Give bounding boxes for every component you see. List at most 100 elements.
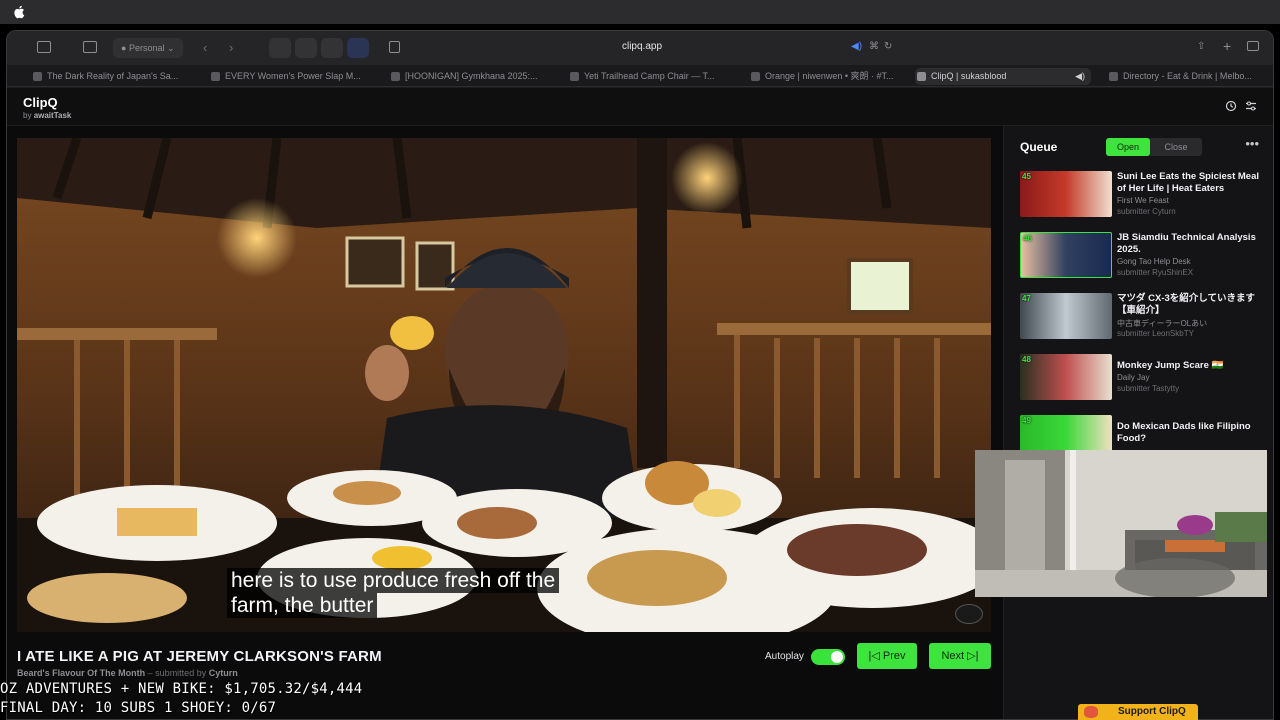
favicon-icon <box>211 72 220 81</box>
speaker-icon[interactable]: ◀) <box>1075 68 1085 85</box>
browser-tab[interactable]: EVERY Women's Power Slap M... <box>209 68 381 85</box>
reader-icon[interactable] <box>389 41 400 53</box>
tab-label: ClipQ | sukasblood <box>931 71 1007 81</box>
stream-goal-text: FINAL DAY: 10 SUBS 1 SHOEY: 0/67 <box>0 700 277 716</box>
translate-icon[interactable]: ⌘ <box>869 41 879 52</box>
tab-label: [HOONIGAN] Gymkhana 2025:... <box>405 71 538 81</box>
queue-title: Queue <box>1020 140 1058 154</box>
support-label: Support ClipQ <box>1118 706 1186 717</box>
queue-thumbnail: 45 <box>1020 171 1112 217</box>
stream-goal-text: OZ ADVENTURES + NEW BIKE: $1,705.32/$4,4… <box>0 681 363 697</box>
share-icon[interactable]: ⇧ <box>1197 41 1205 52</box>
queue-open-close-toggle: Open Close <box>1106 138 1202 156</box>
queue-thumbnail: 47 <box>1020 293 1112 339</box>
caption-line: farm, the butter <box>227 593 378 618</box>
queue-thumbnail: 48 <box>1020 354 1112 400</box>
more-options-icon[interactable]: ••• <box>1245 136 1259 151</box>
pepe-frog-icon <box>1084 706 1098 718</box>
queue-number: 47 <box>1022 294 1031 303</box>
queue-item-submitter: submitter Cyturn <box>1117 207 1176 216</box>
queue-item-title: Do Mexican Dads like Filipino Food? <box>1117 421 1251 444</box>
new-tab-icon[interactable]: + <box>1223 38 1231 54</box>
queue-item-channel: 中古車ディーラーOLあい <box>1117 319 1208 328</box>
queue-panel: Queue Open Close ••• 45 Suni Lee Eats th… <box>1003 126 1273 719</box>
app-logo[interactable]: ClipQ <box>23 95 58 110</box>
video-channel[interactable]: Beard's Flavour Of The Month <box>17 668 145 678</box>
history-icon[interactable] <box>1225 100 1237 112</box>
browser-tab[interactable]: The Dark Reality of Japan's Sa... <box>31 68 201 85</box>
video-frame <box>17 138 991 632</box>
queue-item-title: マツダ CX-3を紹介していきます【車紹介】 <box>1117 293 1255 316</box>
glasses-icon[interactable] <box>295 38 317 58</box>
video-submitter[interactable]: Cyturn <box>209 668 238 678</box>
video-caption: here is to use produce fresh off the far… <box>227 568 560 618</box>
extension-icon[interactable] <box>269 38 291 58</box>
tab-overview-icon[interactable] <box>83 41 97 53</box>
video-player[interactable]: here is to use produce fresh off the far… <box>17 138 991 632</box>
autoplay-toggle[interactable] <box>811 649 845 665</box>
chevron-down-icon: ⌄ <box>167 43 175 53</box>
macos-menu-bar <box>0 0 1280 24</box>
queue-item[interactable]: 46 JB Siamdiu Technical Analysis 2025. G… <box>1020 232 1270 280</box>
settings-sliders-icon[interactable] <box>1245 100 1257 112</box>
tab-grid-icon[interactable] <box>1247 41 1259 51</box>
queue-item-title: Monkey Jump Scare 🇮🇳 <box>1117 360 1224 371</box>
address-bar[interactable]: clipq.app <box>567 41 717 52</box>
profile-label: Personal <box>128 43 165 53</box>
favicon-icon <box>917 72 926 81</box>
submitted-by-label: – submitted by <box>147 668 207 678</box>
support-clipq-button[interactable]: Support ClipQ <box>1078 704 1198 720</box>
apple-logo-icon[interactable] <box>13 5 25 19</box>
prev-button[interactable]: |◁ Prev <box>857 643 917 669</box>
prev-label: Prev <box>882 650 906 662</box>
sidebar-toggle-icon[interactable] <box>37 41 51 53</box>
tab-label: Orange | niwenwen • 爽朗 · #T... <box>765 71 894 81</box>
browser-window: ● Personal ⌄ ‹ › clipq.app ◀) ⌘ ↻ ⇧ + Th… <box>6 30 1274 720</box>
queue-open-button[interactable]: Open <box>1106 138 1150 156</box>
webcam-overlay <box>975 450 1267 597</box>
browser-tab[interactable]: [HOONIGAN] Gymkhana 2025:... <box>389 68 559 85</box>
video-title: I ATE LIKE A PIG AT JEREMY CLARKSON'S FA… <box>17 648 382 665</box>
profile-switcher[interactable]: ● Personal ⌄ <box>113 38 183 58</box>
queue-item-title: Suni Lee Eats the Spiciest Meal of Her L… <box>1117 171 1260 194</box>
queue-item[interactable]: 45 Suni Lee Eats the Spiciest Meal of He… <box>1020 171 1270 219</box>
shield-icon[interactable] <box>321 38 343 58</box>
webcam-frame <box>975 450 1267 597</box>
skip-forward-icon: ▷| <box>967 650 979 662</box>
browser-tab[interactable]: Yeti Trailhead Camp Chair — T... <box>568 68 738 85</box>
queue-item[interactable]: 48 Monkey Jump Scare 🇮🇳 Daily Jay submit… <box>1020 354 1270 402</box>
queue-number: 45 <box>1022 172 1031 181</box>
tab-label: Directory - Eat & Drink | Melbo... <box>1123 71 1252 81</box>
queue-number: 49 <box>1022 416 1031 425</box>
favicon-icon <box>33 72 42 81</box>
speaker-icon[interactable]: ◀) <box>851 41 862 52</box>
back-arrow-icon[interactable]: ‹ <box>203 41 207 55</box>
tab-label: EVERY Women's Power Slap M... <box>225 71 361 81</box>
next-button[interactable]: Next ▷| <box>929 643 991 669</box>
queue-item-title: JB Siamdiu Technical Analysis 2025. <box>1117 232 1256 255</box>
tab-bar: The Dark Reality of Japan's Sa... EVERY … <box>7 65 1273 87</box>
caption-line: here is to use produce fresh off the <box>227 568 560 593</box>
queue-close-button[interactable]: Close <box>1150 138 1202 156</box>
forward-arrow-icon[interactable]: › <box>229 41 233 55</box>
reload-icon[interactable]: ↻ <box>884 41 892 52</box>
queue-number: 48 <box>1022 355 1031 364</box>
queue-item-submitter: submitter RyuShinEX <box>1117 268 1194 277</box>
queue-thumbnail: 46 <box>1020 232 1112 278</box>
clipq-app: ClipQ by awaitTask here is to use produc… <box>7 88 1273 719</box>
queue-number: 46 <box>1023 234 1032 243</box>
queue-item-channel: Gong Tao Help Desk <box>1117 257 1191 266</box>
browser-tab-active[interactable]: ClipQ | sukasblood ◀) <box>915 68 1091 85</box>
queue-item[interactable]: 47 マツダ CX-3を紹介していきます【車紹介】 中古車ディーラーOLあい s… <box>1020 293 1270 341</box>
tab-label: Yeti Trailhead Camp Chair — T... <box>584 71 715 81</box>
browser-tab[interactable]: Orange | niwenwen • 爽朗 · #T... <box>749 68 909 85</box>
queue-item-channel: Daily Jay <box>1117 373 1150 382</box>
skip-back-icon: |◁ <box>868 650 880 662</box>
audio-wave-icon[interactable] <box>347 38 369 58</box>
queue-item-channel: First We Feast <box>1117 196 1169 205</box>
queue-item-submitter: submitter LeonSkbTY <box>1117 329 1194 338</box>
browser-tab[interactable]: Directory - Eat & Drink | Melbo... <box>1107 68 1273 85</box>
video-meta: Beard's Flavour Of The Month – submitted… <box>17 668 238 678</box>
favicon-icon <box>391 72 400 81</box>
app-byline: by awaitTask <box>23 111 71 120</box>
